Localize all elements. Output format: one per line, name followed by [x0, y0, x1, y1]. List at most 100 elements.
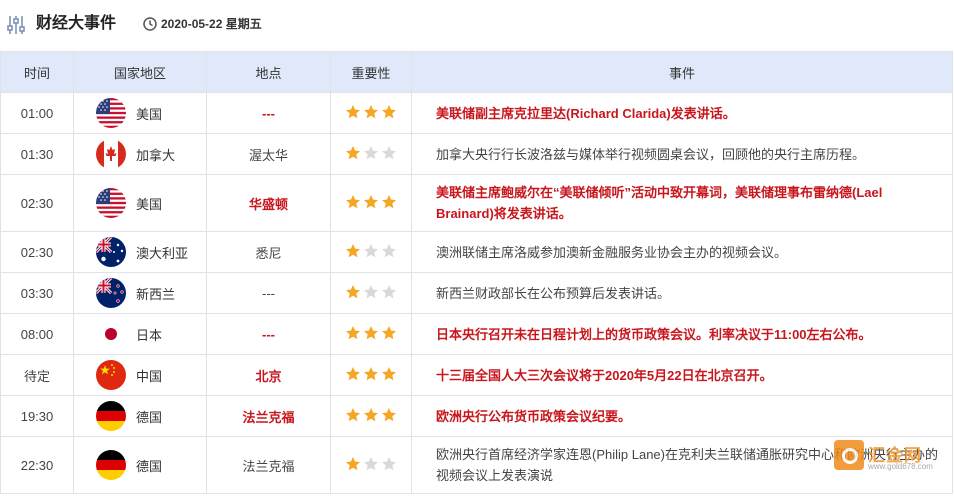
table-row: 01:30 加拿大 渥太华 加拿大央行行长波洛兹与媒体举行视频圆桌会议，回顾他的央行主…	[0, 133, 953, 175]
star-icon	[382, 104, 396, 118]
importance-cell	[330, 174, 412, 232]
country-name: 新西兰	[136, 286, 176, 302]
star-icon	[382, 366, 396, 380]
star-icon	[346, 456, 360, 470]
country-cell: 中国	[73, 354, 207, 396]
time-cell: 22:30	[0, 436, 74, 494]
star-icon	[382, 407, 396, 421]
column-header-importance: 重要性	[330, 51, 412, 93]
place-cell: 华盛顿	[206, 174, 331, 232]
time-cell: 08:00	[0, 313, 74, 355]
column-header-country: 国家地区	[73, 51, 207, 93]
importance-cell	[330, 395, 412, 437]
star-icon	[364, 104, 378, 118]
us-flag-icon	[96, 188, 126, 218]
au-flag-icon	[96, 237, 126, 267]
watermark-icon	[834, 440, 864, 470]
star-icon	[382, 243, 396, 257]
table-row: 01:00 美国 --- 美联储副主席克拉里达(Richard Clarida)发表讲…	[0, 92, 953, 134]
country-name: 美国	[136, 196, 163, 212]
place-cell: ---	[206, 92, 331, 134]
star-icon	[382, 194, 396, 208]
star-icon	[364, 456, 378, 470]
watermark-url: www.gold678.com	[868, 462, 933, 471]
event-cell: 新西兰财政部长在公布预算后发表讲话。	[411, 272, 953, 314]
importance-cell	[330, 133, 412, 175]
place-cell: ---	[206, 313, 331, 355]
table-row: 待定 中国 北京 十三届全国人大三次会议将于2020年5月22日在北京召开。	[0, 354, 953, 396]
country-name: 日本	[136, 327, 163, 343]
country-name: 德国	[136, 458, 163, 474]
place-cell: 法兰克福	[206, 395, 331, 437]
column-header-event: 事件	[411, 51, 953, 93]
cn-flag-icon	[96, 360, 126, 390]
importance-cell	[330, 231, 412, 273]
table-row: 02:30 澳大利亚 悉尼 澳洲联储主席洛威参加澳新金融服务业协会主办的视频会议。	[0, 231, 953, 273]
time-cell: 19:30	[0, 395, 74, 437]
place-cell: 渥太华	[206, 133, 331, 175]
star-icon	[346, 325, 360, 339]
event-cell: 澳洲联储主席洛威参加澳新金融服务业协会主办的视频会议。	[411, 231, 953, 273]
time-cell: 03:30	[0, 272, 74, 314]
event-cell: 美联储副主席克拉里达(Richard Clarida)发表讲话。	[411, 92, 953, 134]
de-flag-icon	[96, 401, 126, 431]
clock-icon	[143, 17, 157, 31]
importance-stars	[345, 145, 397, 161]
star-icon	[382, 325, 396, 339]
importance-cell	[330, 92, 412, 134]
time-cell: 待定	[0, 354, 74, 396]
star-icon	[346, 284, 360, 298]
time-cell: 01:00	[0, 92, 74, 134]
importance-stars	[345, 104, 397, 120]
star-icon	[346, 104, 360, 118]
table-row: 03:30 新西兰 --- 新西兰财政部长在公布预算后发表讲话。	[0, 272, 953, 314]
country-cell: 加拿大	[73, 133, 207, 175]
star-icon	[346, 243, 360, 257]
nz-flag-icon	[96, 278, 126, 308]
de-flag-icon	[96, 450, 126, 480]
country-cell: 日本	[73, 313, 207, 355]
importance-cell	[330, 272, 412, 314]
jp-flag-icon	[96, 319, 126, 349]
star-icon	[364, 407, 378, 421]
star-icon	[382, 456, 396, 470]
importance-stars	[345, 407, 397, 423]
star-icon	[346, 145, 360, 159]
ca-flag-icon	[96, 139, 126, 169]
country-name: 澳大利亚	[136, 245, 189, 261]
place-cell: 法兰克福	[206, 436, 331, 494]
star-icon	[364, 325, 378, 339]
importance-stars	[345, 243, 397, 259]
importance-stars	[345, 456, 397, 472]
country-name: 中国	[136, 368, 163, 384]
country-name: 德国	[136, 409, 163, 425]
place-cell: 悉尼	[206, 231, 331, 273]
star-icon	[364, 145, 378, 159]
star-icon	[382, 145, 396, 159]
header: 财经大事件 2020-05-22 星期五	[0, 0, 954, 50]
star-icon	[382, 284, 396, 298]
country-cell: 德国	[73, 436, 207, 494]
page-title: 财经大事件	[36, 15, 117, 32]
event-cell: 十三届全国人大三次会议将于2020年5月22日在北京召开。	[411, 354, 953, 396]
importance-cell	[330, 313, 412, 355]
importance-stars	[345, 366, 397, 382]
star-icon	[364, 243, 378, 257]
importance-stars	[345, 194, 397, 210]
country-cell: 美国	[73, 174, 207, 232]
events-table: 时间 国家地区 地点 重要性 事件 01:00 美国 --- 美联储副主席克拉里达(R…	[0, 51, 953, 494]
table-row: 22:30 德国 法兰克福 欧洲央行首席经济学家连恩(Philip Lane)在克利夫…	[0, 436, 953, 494]
importance-cell	[330, 436, 412, 494]
event-cell: 日本央行召开未在日程计划上的货币政策会议。利率决议于11:00左右公布。	[411, 313, 953, 355]
column-header-time: 时间	[0, 51, 74, 93]
date-label: 2020-05-22 星期五	[161, 17, 262, 31]
us-flag-icon	[96, 98, 126, 128]
importance-stars	[345, 325, 397, 341]
time-cell: 02:30	[0, 174, 74, 232]
event-cell: 加拿大央行行长波洛兹与媒体举行视频圆桌会议，回顾他的央行主席历程。	[411, 133, 953, 175]
tune-icon	[7, 16, 25, 34]
country-cell: 新西兰	[73, 272, 207, 314]
watermark-logo: 汇金网 www.gold678.com	[834, 440, 949, 474]
country-cell: 德国	[73, 395, 207, 437]
event-cell: 欧洲央行公布货币政策会议纪要。	[411, 395, 953, 437]
